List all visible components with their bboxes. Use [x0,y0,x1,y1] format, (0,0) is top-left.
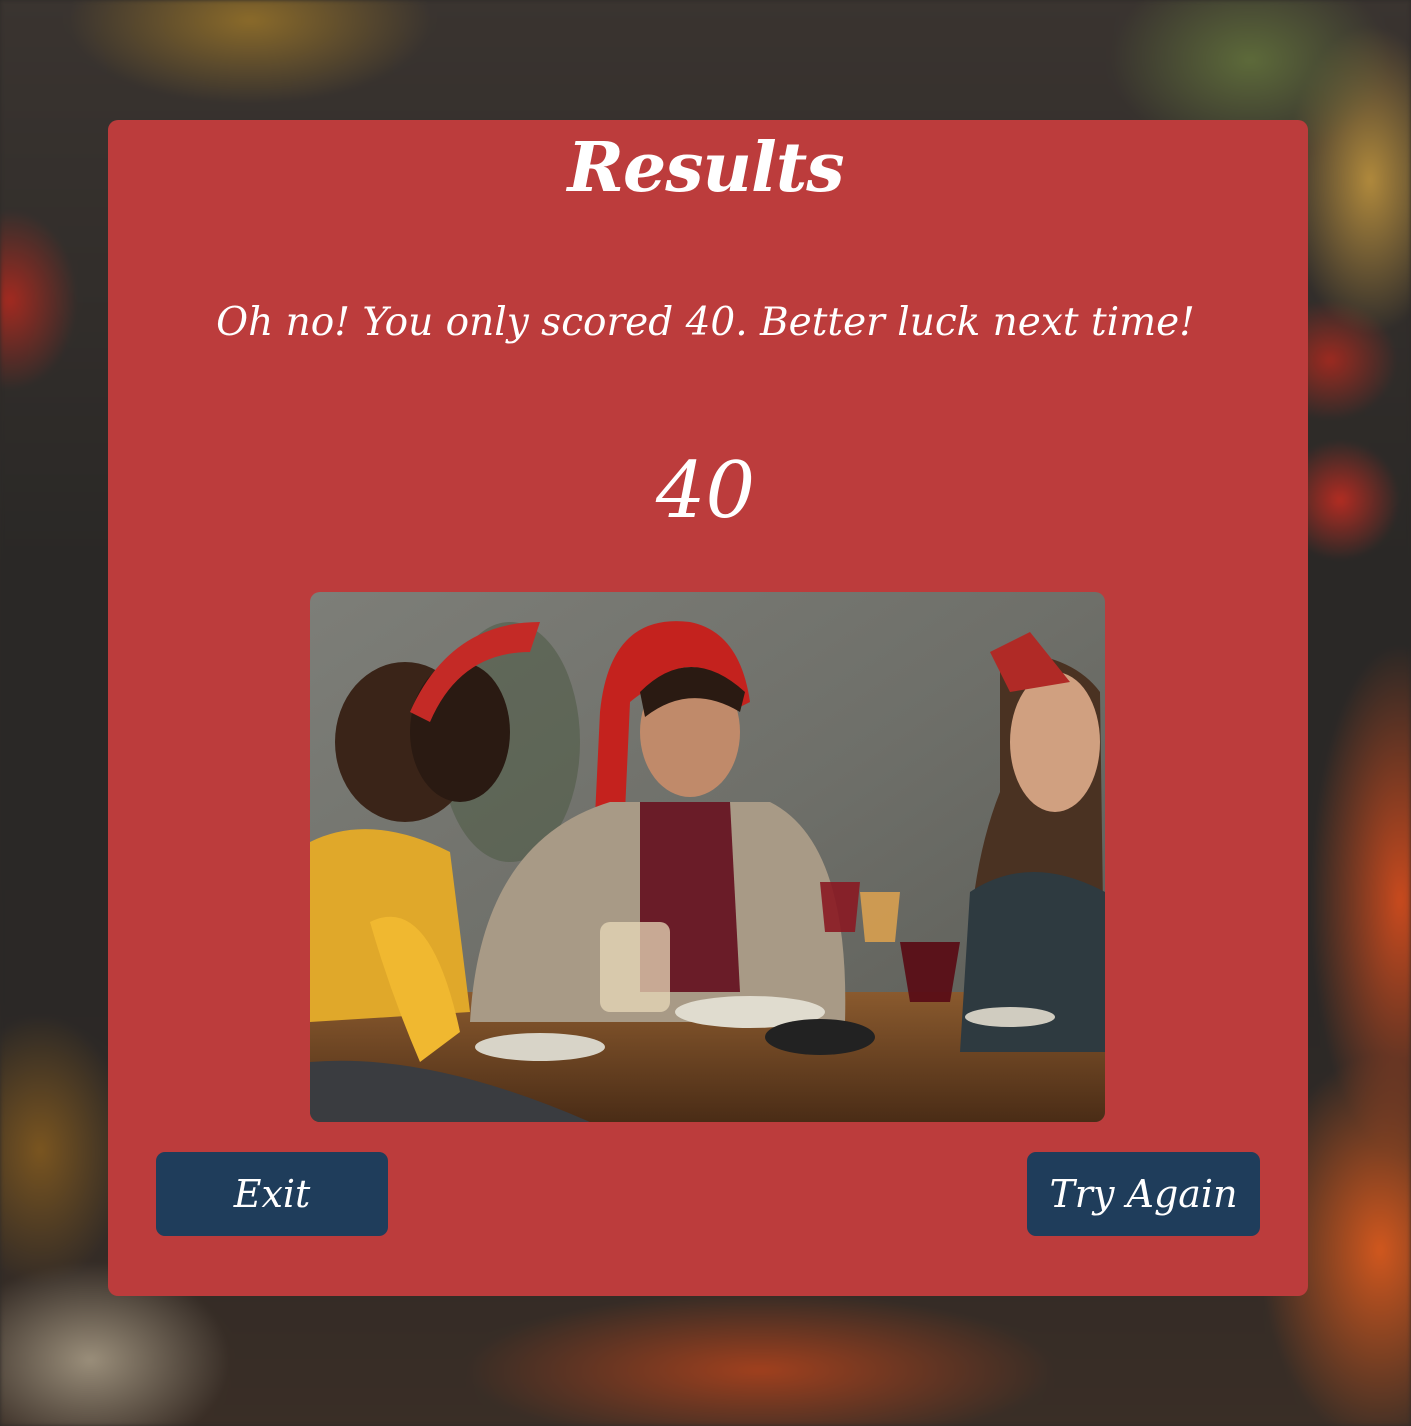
score-value: 40 [655,446,756,536]
try-again-button[interactable]: Try Again [1027,1152,1260,1236]
result-image [310,592,1105,1122]
exit-button[interactable]: Exit [156,1152,388,1236]
results-title: Results [567,128,844,208]
result-message: Oh no! You only scored 40. Better luck n… [216,300,1195,345]
